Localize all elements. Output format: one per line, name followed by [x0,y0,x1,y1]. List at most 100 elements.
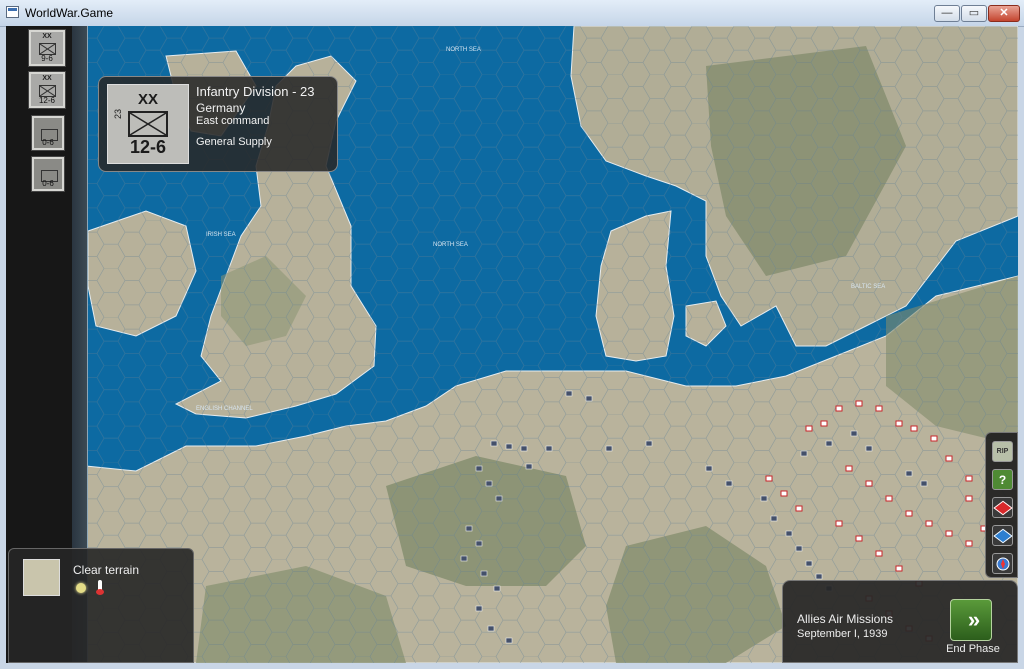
red-box-button[interactable] [992,497,1013,518]
phase-panel: Allies Air Missions September I, 1939 » … [782,580,1018,663]
allied-unit-marker[interactable] [820,420,828,427]
unit-id: 23 [113,108,123,119]
allied-unit-marker[interactable] [855,535,863,542]
axis-unit-marker[interactable] [800,450,808,457]
axis-unit-marker[interactable] [475,540,483,547]
unit-list-item[interactable]: 0-6 [32,116,64,150]
help-icon: ? [998,472,1007,487]
unit-info-panel: XX 23 12-6 Infantry Division - 23 German… [98,76,338,172]
allied-unit-marker[interactable] [895,565,903,572]
unit-strength: 12-6 [129,137,167,157]
axis-unit-marker[interactable] [493,585,501,592]
phase-title: Allies Air Missions [797,612,894,626]
allied-unit-marker[interactable] [895,420,903,427]
unit-size: XX [137,91,158,108]
allied-unit-marker[interactable] [925,520,933,527]
unit-counter[interactable]: XX 23 12-6 [107,84,189,164]
axis-unit-marker[interactable] [705,465,713,472]
axis-unit-marker[interactable] [480,570,488,577]
axis-unit-marker[interactable] [850,430,858,437]
axis-unit-marker[interactable] [905,470,913,477]
unit-list-item[interactable]: 0-6 [32,157,64,191]
sun-icon [76,583,86,593]
axis-unit-marker[interactable] [545,445,553,452]
axis-unit-marker[interactable] [805,560,813,567]
axis-unit-marker[interactable] [795,545,803,552]
compass-button[interactable] [992,553,1013,574]
close-button[interactable]: ✕ [988,5,1020,22]
sea-label: IRISH SEA [206,232,236,238]
axis-unit-marker[interactable] [490,440,498,447]
sea-label: BALTIC SEA [851,284,885,290]
allied-unit-marker[interactable] [765,475,773,482]
app-icon [6,6,19,18]
unit-list-item[interactable]: XX 9-6 [29,30,65,66]
allied-unit-marker[interactable] [795,505,803,512]
axis-unit-marker[interactable] [815,573,823,580]
axis-unit-marker[interactable] [725,480,733,487]
allied-unit-marker[interactable] [965,475,973,482]
allied-unit-marker[interactable] [965,495,973,502]
axis-unit-marker[interactable] [605,445,613,452]
unit-strength: 0-6 [42,179,54,188]
axis-unit-marker[interactable] [760,495,768,502]
axis-unit-marker[interactable] [465,525,473,532]
sea-label: NORTH SEA [446,47,481,53]
unit-supply-status: General Supply [196,136,272,148]
unit-nation: Germany [196,101,246,115]
minimize-button[interactable]: — [934,5,960,22]
allied-unit-marker[interactable] [875,550,883,557]
allied-unit-marker[interactable] [835,520,843,527]
allied-unit-marker[interactable] [845,465,853,472]
double-chevron-right-icon: » [967,607,980,632]
axis-unit-marker[interactable] [645,440,653,447]
axis-unit-marker[interactable] [825,440,833,447]
blue-box-button[interactable] [992,525,1013,546]
allied-unit-marker[interactable] [945,530,953,537]
allied-unit-marker[interactable] [865,480,873,487]
allied-unit-marker[interactable] [930,435,938,442]
infantry-symbol-icon [128,111,168,137]
axis-unit-marker[interactable] [865,445,873,452]
maximize-button[interactable]: ▭ [961,5,987,22]
axis-unit-marker[interactable] [495,495,503,502]
rip-button[interactable]: RIP [992,441,1013,462]
allied-unit-marker[interactable] [965,540,973,547]
allied-unit-marker[interactable] [805,425,813,432]
axis-unit-marker[interactable] [475,605,483,612]
axis-unit-marker[interactable] [565,390,573,397]
end-phase-label: End Phase [946,643,1000,655]
axis-unit-marker[interactable] [505,443,513,450]
game-date: September I, 1939 [797,628,888,640]
axis-unit-marker[interactable] [585,395,593,402]
axis-unit-marker[interactable] [487,625,495,632]
thermometer-icon [96,580,104,595]
axis-unit-marker[interactable] [505,637,513,644]
axis-unit-marker[interactable] [485,480,493,487]
axis-unit-marker[interactable] [520,445,528,452]
help-button[interactable]: ? [992,469,1013,490]
sea-label: ENGLISH CHANNEL [196,406,253,412]
allied-unit-marker[interactable] [835,405,843,412]
allied-unit-marker[interactable] [780,490,788,497]
unit-list-item[interactable]: XX 12-6 [29,72,65,108]
allied-unit-marker[interactable] [910,425,918,432]
allied-unit-marker[interactable] [885,495,893,502]
unit-strength: 9-6 [41,54,53,63]
axis-unit-marker[interactable] [920,480,928,487]
end-phase-button[interactable]: » [950,599,992,641]
sea-label: NORTH SEA [433,242,468,248]
axis-unit-marker[interactable] [770,515,778,522]
terrain-swatch [23,559,60,596]
axis-unit-marker[interactable] [460,555,468,562]
window-titlebar: WorldWar.Game — ▭ ✕ [0,0,1024,27]
allied-unit-marker[interactable] [855,400,863,407]
allied-unit-marker[interactable] [875,405,883,412]
allied-unit-marker[interactable] [945,455,953,462]
axis-unit-marker[interactable] [525,463,533,470]
axis-unit-marker[interactable] [785,530,793,537]
axis-unit-marker[interactable] [475,465,483,472]
right-toolbar: RIP ? [985,432,1018,578]
allied-unit-marker[interactable] [905,510,913,517]
unit-strength: 12-6 [38,96,55,105]
